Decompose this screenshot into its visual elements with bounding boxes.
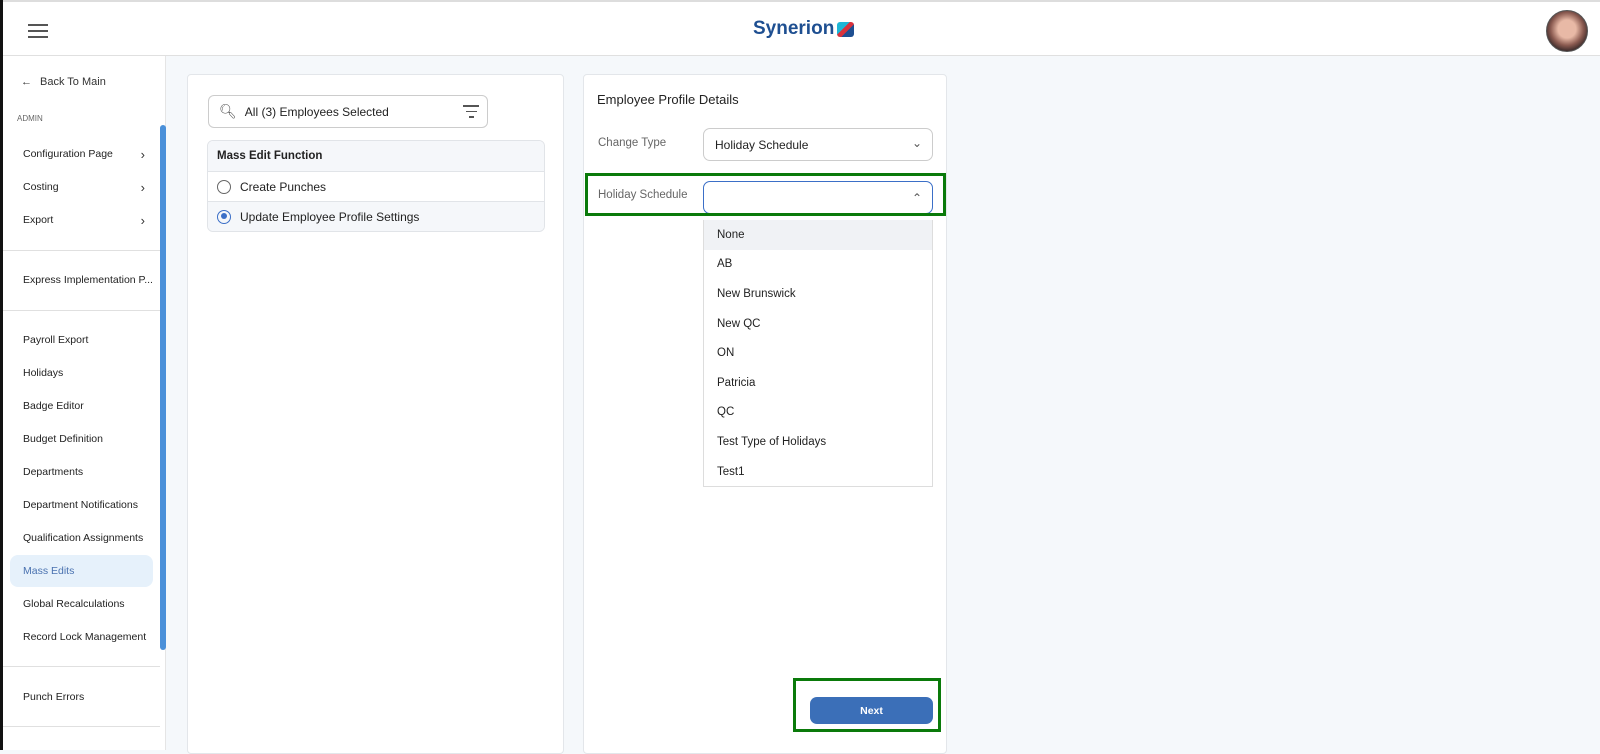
highlight-box	[793, 678, 941, 732]
holiday-schedule-dropdown: None AB New Brunswick New QC ON Patricia…	[703, 220, 933, 488]
highlight-box	[585, 173, 946, 216]
item-label: Configuration Page	[23, 148, 113, 160]
item-label: Costing	[23, 181, 59, 193]
hamburger-icon[interactable]	[28, 24, 48, 38]
chevron-right-icon: ›	[140, 179, 145, 195]
sidebar-scrollbar[interactable]	[160, 125, 166, 650]
dropdown-option[interactable]: New QC	[704, 309, 932, 339]
chevron-right-icon: ›	[140, 146, 145, 162]
item-label: Export	[23, 214, 54, 226]
top-header: Synerion	[3, 0, 1600, 56]
dropdown-option[interactable]: New Brunswick	[704, 279, 932, 309]
synerion-logo: Synerion	[753, 18, 855, 40]
logo-mark-icon	[837, 21, 855, 37]
sidebar-item-departments[interactable]: Departments	[10, 456, 153, 488]
dropdown-option[interactable]: ON	[704, 338, 932, 368]
filter-icon[interactable]	[463, 105, 479, 122]
dropdown-option[interactable]: Test Type of Holidays	[704, 427, 932, 457]
logo-text: Synerion	[753, 18, 835, 39]
divider	[3, 250, 160, 251]
dropdown-option[interactable]: None	[704, 220, 932, 250]
option-update-employee-profile-settings[interactable]: Update Employee Profile Settings	[208, 201, 544, 231]
sidebar-item-holidays[interactable]: Holidays	[10, 357, 153, 389]
sidebar-item-punch-errors[interactable]: Punch Errors	[10, 681, 153, 713]
sidebar-item-payroll-export[interactable]: Payroll Export	[10, 324, 153, 356]
sidebar-item-mass-edits[interactable]: Mass Edits	[10, 555, 153, 587]
mass-edit-function-header: Mass Edit Function	[208, 141, 544, 171]
dropdown-option[interactable]: QC	[704, 398, 932, 428]
option-label: Update Employee Profile Settings	[240, 209, 420, 224]
employee-search-input[interactable]: 🔍︎ All (3) Employees Selected	[208, 95, 488, 128]
panel-title: Employee Profile Details	[597, 92, 739, 107]
sidebar-item-department-notifications[interactable]: Department Notifications	[10, 489, 153, 521]
dropdown-option[interactable]: Patricia	[704, 368, 932, 398]
sidebar-item-qualification-assignments[interactable]: Qualification Assignments	[10, 522, 153, 554]
radio-checked[interactable]	[217, 209, 231, 224]
dropdown-option[interactable]: Test1	[704, 457, 932, 487]
option-create-punches[interactable]: Create Punches	[208, 171, 544, 201]
select-value: Holiday Schedule	[715, 137, 809, 152]
back-to-main-link[interactable]: ← Back To Main	[21, 76, 106, 88]
sidebar-item-badge-editor[interactable]: Badge Editor	[10, 390, 153, 422]
avatar[interactable]	[1546, 10, 1588, 52]
divider	[3, 666, 160, 667]
search-icon: 🔍︎	[219, 103, 237, 119]
mass-edit-function-list: Mass Edit Function Create Punches Update…	[207, 140, 545, 232]
employee-selection-panel: 🔍︎ All (3) Employees Selected Mass Edit …	[187, 74, 564, 754]
sidebar-item-record-lock-management[interactable]: Record Lock Management	[10, 621, 153, 653]
back-label: Back To Main	[40, 76, 106, 88]
chevron-down-icon: ⌄	[911, 136, 922, 150]
sidebar-item-global-recalculations[interactable]: Global Recalculations	[10, 588, 153, 620]
dropdown-option[interactable]: AB	[704, 250, 932, 280]
chevron-right-icon: ›	[140, 212, 145, 228]
section-label: ADMIN	[17, 114, 43, 123]
sidebar: ← Back To Main ADMIN Configuration Page › …	[3, 56, 166, 750]
change-type-label: Change Type	[598, 137, 667, 149]
sidebar-item-export[interactable]: Export ›	[10, 204, 153, 236]
sidebar-item-express-implementation[interactable]: Express Implementation P...	[10, 264, 153, 296]
change-type-select[interactable]: Holiday Schedule ⌄	[703, 128, 933, 161]
sidebar-item-budget-definition[interactable]: Budget Definition	[10, 423, 153, 455]
sidebar-item-costing[interactable]: Costing ›	[10, 171, 153, 203]
search-value: All (3) Employees Selected	[244, 104, 389, 119]
radio-unchecked[interactable]	[217, 179, 231, 194]
divider	[3, 726, 160, 727]
sidebar-item-configuration-page[interactable]: Configuration Page ›	[10, 138, 153, 170]
divider	[3, 310, 160, 311]
arrow-left-icon: ←	[21, 76, 32, 88]
option-label: Create Punches	[240, 179, 327, 194]
